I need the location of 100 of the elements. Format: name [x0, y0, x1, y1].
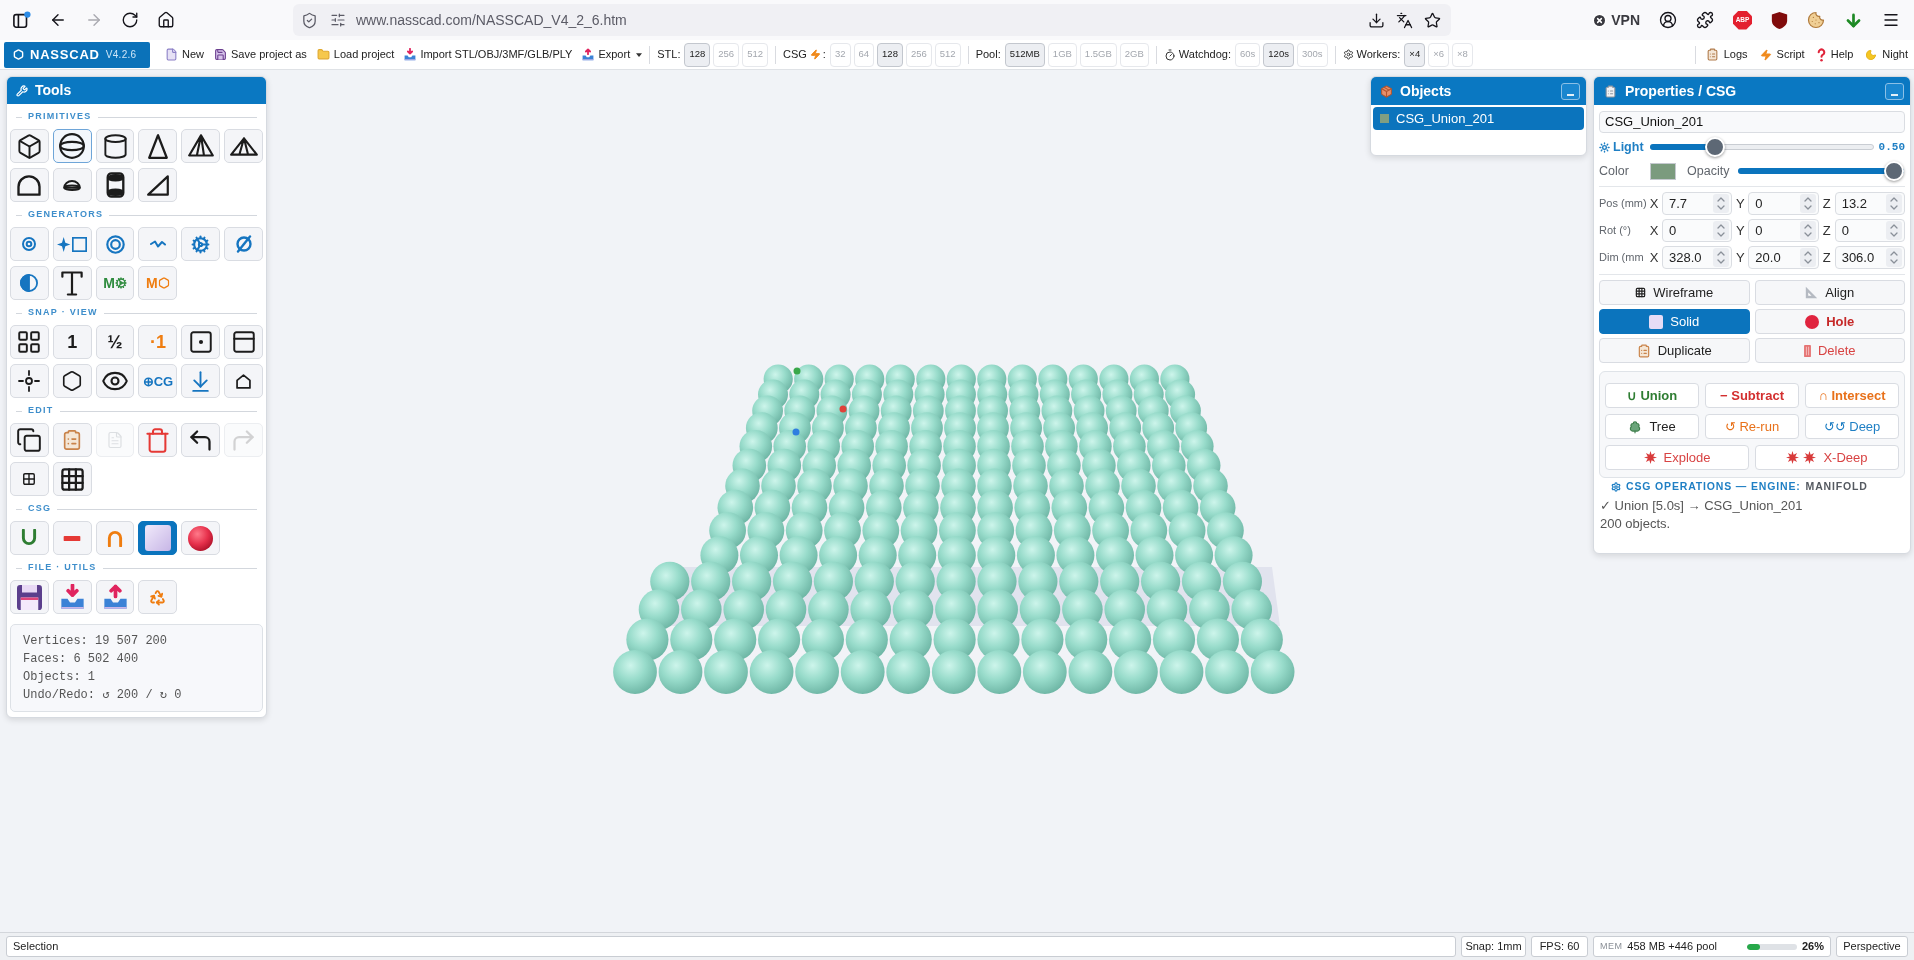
menu-button[interactable]: New	[165, 46, 204, 63]
toolbar-link[interactable]: Script	[1759, 46, 1805, 63]
torus-icon	[105, 234, 125, 254]
axis-handle-icon[interactable]	[839, 405, 847, 413]
number-field[interactable]: 13.2	[1834, 192, 1905, 215]
menu-button[interactable]: Save project as	[214, 46, 307, 63]
axis-handle-icon[interactable]	[792, 428, 800, 436]
number-field[interactable]: 20.0	[1748, 246, 1819, 269]
axis-handle-icon[interactable]	[793, 367, 801, 375]
menu-button[interactable]: Export	[582, 46, 643, 63]
light-slider[interactable]	[1650, 137, 1874, 157]
back-icon[interactable]	[49, 11, 67, 29]
vpn-button[interactable]: VPN	[1592, 9, 1640, 31]
opacity-slider[interactable]	[1738, 161, 1904, 181]
log-line: 200 objects.	[1600, 515, 1672, 533]
star-icon[interactable]	[1424, 11, 1441, 29]
toolbar-link[interactable]: Logs	[1705, 46, 1748, 63]
camera-mode[interactable]: Perspective	[1836, 936, 1908, 957]
solid-button[interactable]: Solid	[1599, 309, 1750, 334]
spinner-icon[interactable]	[1886, 248, 1902, 267]
tent-icon	[229, 136, 258, 156]
number-field[interactable]: 306.0	[1834, 246, 1905, 269]
object-list-item[interactable]: CSG_Union_201	[1373, 107, 1584, 130]
account-icon[interactable]	[1659, 11, 1677, 29]
delete-button[interactable]: Delete	[1754, 338, 1905, 363]
option-button[interactable]: 120s	[1263, 42, 1294, 67]
spinner-icon[interactable]	[1713, 248, 1730, 267]
tool-button[interactable]: M	[95, 266, 135, 300]
sphere	[977, 650, 1022, 694]
explode-button[interactable]: Explode	[1605, 445, 1749, 470]
shield-icon[interactable]	[301, 11, 318, 29]
grid-icon	[58, 465, 86, 493]
tool-button[interactable]: 1	[52, 325, 92, 359]
toolbar-link[interactable]: Help	[1816, 46, 1854, 63]
spinner-icon[interactable]	[1886, 194, 1902, 213]
legend-label: CSG OPERATIONS — ENGINE:	[1626, 479, 1801, 495]
burst-icon	[1803, 451, 1817, 464]
caret-icon	[636, 52, 643, 57]
cone-icon	[147, 133, 168, 159]
toolbar-link[interactable]: Night	[1865, 46, 1908, 63]
menu-icon[interactable]	[1882, 11, 1900, 29]
tree-button[interactable]: Tree	[1605, 414, 1699, 439]
number-field[interactable]: 0	[1748, 219, 1819, 242]
section-label: FILE · UTILS	[28, 561, 97, 575]
reload-icon[interactable]	[121, 11, 139, 29]
puzzle-icon[interactable]	[1696, 11, 1714, 29]
menu-button[interactable]: Import STL/OBJ/3MF/GLB/PLY	[404, 46, 573, 63]
number-field[interactable]: 0	[1834, 219, 1905, 242]
sun-icon	[1599, 141, 1610, 153]
spinner-icon[interactable]	[1799, 194, 1816, 213]
option-button[interactable]: 128	[877, 42, 903, 67]
burst-icon	[1643, 451, 1657, 464]
status-mode: Selection	[6, 936, 1456, 957]
cookie-icon[interactable]	[1807, 11, 1825, 29]
moon-icon	[1865, 48, 1878, 61]
folder-icon	[316, 48, 330, 61]
home-icon[interactable]	[157, 11, 175, 29]
sidebar-icon[interactable]	[13, 11, 31, 29]
number-field[interactable]: 0	[1662, 219, 1733, 242]
slider-thumb[interactable]	[1884, 161, 1904, 181]
tool-button[interactable]	[52, 129, 92, 163]
memory-value: 458 MB +446 pool	[1627, 939, 1717, 955]
menu-button[interactable]: Load project	[316, 46, 395, 63]
deep-button[interactable]: ↺↺ Deep	[1805, 414, 1899, 439]
shield-icon[interactable]	[1771, 10, 1788, 30]
axis-label: Y	[1735, 221, 1746, 240]
download-icon[interactable]	[1368, 11, 1385, 29]
number-field[interactable]: 0	[1748, 192, 1819, 215]
spinner-icon[interactable]	[1799, 248, 1816, 267]
option-button[interactable]: 128	[684, 42, 711, 67]
name-field[interactable]: CSG_Union_201	[1599, 111, 1905, 133]
option-label-suffix: :	[822, 47, 826, 63]
sphere	[1205, 650, 1249, 694]
number-field[interactable]: 328.0	[1662, 246, 1733, 269]
subtract-button[interactable]: − Subtract	[1705, 383, 1799, 408]
tree-icon	[1628, 419, 1643, 434]
minimize-button[interactable]	[1561, 82, 1580, 100]
union-button[interactable]: ∪ Union	[1605, 383, 1699, 408]
tool-button[interactable]: ⊕CG	[138, 364, 178, 398]
tool-button[interactable]: ½	[95, 325, 135, 359]
wireframe-button[interactable]: Wireframe	[1599, 280, 1750, 305]
color-swatch[interactable]	[1650, 162, 1676, 180]
spinner-icon[interactable]	[1713, 194, 1730, 213]
stats-line: Undo/Redo: ↺ 200 / ↻ 0	[23, 687, 183, 704]
option-button[interactable]: ×4	[1404, 42, 1426, 67]
spinner-icon[interactable]	[1713, 221, 1730, 240]
hole-button[interactable]: Hole	[1754, 309, 1905, 334]
align-button[interactable]: Align	[1754, 280, 1905, 305]
spinner-icon[interactable]	[1799, 221, 1816, 240]
site-settings-icon[interactable]	[330, 12, 346, 28]
slider-thumb[interactable]	[1705, 137, 1726, 157]
spinner-icon[interactable]	[1886, 221, 1902, 240]
number-field[interactable]: 7.7	[1662, 192, 1733, 215]
sphere	[886, 650, 931, 694]
option-button[interactable]: 512MB	[1004, 42, 1045, 67]
translate-icon[interactable]	[1396, 11, 1413, 29]
duplicate-button[interactable]: Duplicate	[1599, 338, 1750, 363]
x-deep-button[interactable]: X-Deep	[1755, 445, 1899, 470]
minimize-button[interactable]	[1885, 82, 1904, 100]
address-bar[interactable]: www.nasscad.com/NASSCAD_V4_2_6.htm	[293, 4, 1451, 36]
